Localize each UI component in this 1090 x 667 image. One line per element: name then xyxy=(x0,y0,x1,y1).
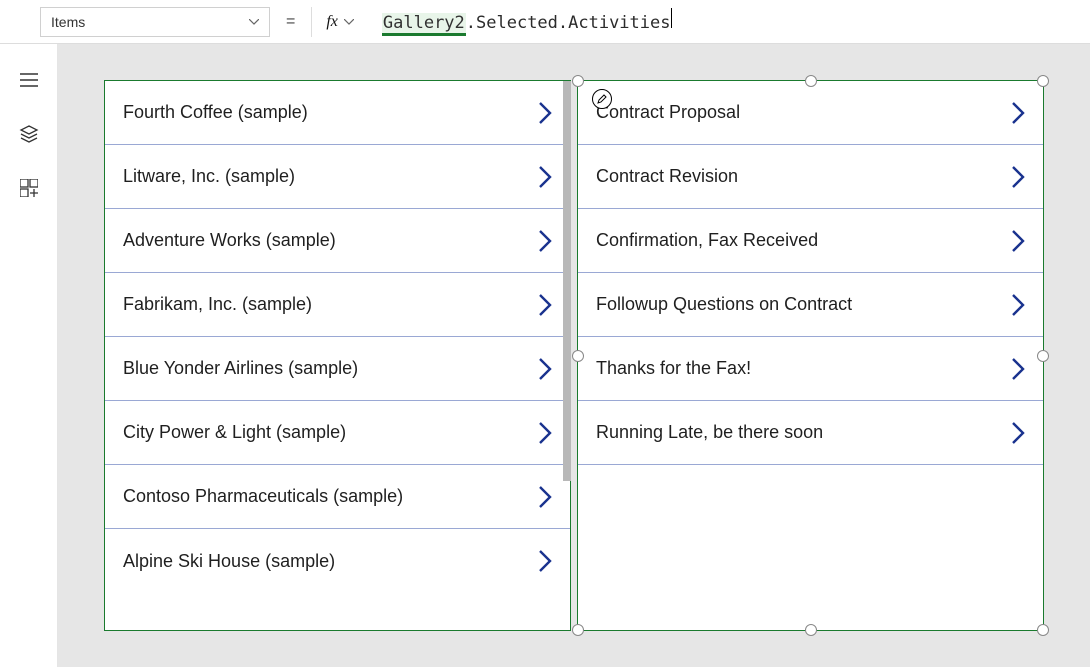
list-item[interactable]: Contract Proposal xyxy=(578,81,1043,145)
gallery-empty-area xyxy=(578,465,1043,630)
chevron-right-icon xyxy=(538,357,552,381)
list-item-label: Fabrikam, Inc. (sample) xyxy=(123,294,312,315)
list-item[interactable]: Contoso Pharmaceuticals (sample) xyxy=(105,465,570,529)
list-item-label: Adventure Works (sample) xyxy=(123,230,336,251)
list-item-label: Followup Questions on Contract xyxy=(596,294,852,315)
list-item-label: Contract Proposal xyxy=(596,102,740,123)
fx-label: fx xyxy=(326,13,338,31)
activities-gallery[interactable]: Contract Proposal Contract Revision Confir… xyxy=(577,80,1044,631)
chevron-right-icon xyxy=(1011,229,1025,253)
chevron-down-icon xyxy=(344,19,354,25)
list-item-label: Thanks for the Fax! xyxy=(596,358,751,379)
layers-icon[interactable] xyxy=(19,124,39,144)
resize-handle[interactable] xyxy=(1037,350,1049,362)
list-item[interactable]: Running Late, be there soon xyxy=(578,401,1043,465)
chevron-right-icon xyxy=(538,101,552,125)
chevron-right-icon xyxy=(538,549,552,573)
main-area: Fourth Coffee (sample) Litware, Inc. (sam… xyxy=(0,44,1090,667)
resize-handle[interactable] xyxy=(572,624,584,636)
chevron-down-icon xyxy=(249,19,259,25)
scrollbar[interactable] xyxy=(563,81,571,481)
list-item[interactable]: Contract Revision xyxy=(578,145,1043,209)
resize-handle[interactable] xyxy=(572,350,584,362)
chevron-right-icon xyxy=(538,293,552,317)
fx-button[interactable]: fx xyxy=(311,7,354,37)
chevron-right-icon xyxy=(1011,293,1025,317)
text-cursor xyxy=(671,8,672,28)
list-item-label: Alpine Ski House (sample) xyxy=(123,551,335,572)
formula-input[interactable]: Gallery2.Selected.Activities xyxy=(366,8,673,36)
chevron-right-icon xyxy=(1011,357,1025,381)
resize-handle[interactable] xyxy=(1037,75,1049,87)
list-item[interactable]: Followup Questions on Contract xyxy=(578,273,1043,337)
list-item-label: Contoso Pharmaceuticals (sample) xyxy=(123,486,403,507)
equals-sign: = xyxy=(282,13,299,31)
canvas[interactable]: Fourth Coffee (sample) Litware, Inc. (sam… xyxy=(58,44,1090,667)
chevron-right-icon xyxy=(538,421,552,445)
list-item-label: Confirmation, Fax Received xyxy=(596,230,818,251)
list-item-label: Blue Yonder Airlines (sample) xyxy=(123,358,358,379)
list-item-label: Running Late, be there soon xyxy=(596,422,823,443)
edit-pencil-icon[interactable] xyxy=(592,89,612,109)
formula-bar: Items = fx Gallery2.Selected.Activities xyxy=(0,0,1090,44)
list-item[interactable]: Fourth Coffee (sample) xyxy=(105,81,570,145)
formula-token-plain: .Selected.Activities xyxy=(466,13,671,33)
resize-handle[interactable] xyxy=(805,75,817,87)
property-dropdown-label: Items xyxy=(51,14,85,30)
chevron-right-icon xyxy=(1011,421,1025,445)
resize-handle[interactable] xyxy=(1037,624,1049,636)
chevron-right-icon xyxy=(1011,165,1025,189)
left-rail xyxy=(0,44,58,667)
list-item-label: Litware, Inc. (sample) xyxy=(123,166,295,187)
chevron-right-icon xyxy=(1011,101,1025,125)
list-item-label: Fourth Coffee (sample) xyxy=(123,102,308,123)
chevron-right-icon xyxy=(538,229,552,253)
insert-icon[interactable] xyxy=(19,178,39,198)
accounts-gallery[interactable]: Fourth Coffee (sample) Litware, Inc. (sam… xyxy=(104,80,571,631)
list-item-label: Contract Revision xyxy=(596,166,738,187)
hamburger-icon[interactable] xyxy=(19,70,39,90)
list-item[interactable]: City Power & Light (sample) xyxy=(105,401,570,465)
list-item[interactable]: Blue Yonder Airlines (sample) xyxy=(105,337,570,401)
list-item-label: City Power & Light (sample) xyxy=(123,422,346,443)
list-item[interactable]: Confirmation, Fax Received xyxy=(578,209,1043,273)
list-item[interactable]: Alpine Ski House (sample) xyxy=(105,529,570,593)
chevron-right-icon xyxy=(538,165,552,189)
chevron-right-icon xyxy=(538,485,552,509)
resize-handle[interactable] xyxy=(572,75,584,87)
list-item[interactable]: Adventure Works (sample) xyxy=(105,209,570,273)
resize-handle[interactable] xyxy=(805,624,817,636)
list-item[interactable]: Thanks for the Fax! xyxy=(578,337,1043,401)
list-item[interactable]: Litware, Inc. (sample) xyxy=(105,145,570,209)
property-dropdown[interactable]: Items xyxy=(40,7,270,37)
formula-token-highlighted: Gallery2 xyxy=(382,13,466,36)
list-item[interactable]: Fabrikam, Inc. (sample) xyxy=(105,273,570,337)
